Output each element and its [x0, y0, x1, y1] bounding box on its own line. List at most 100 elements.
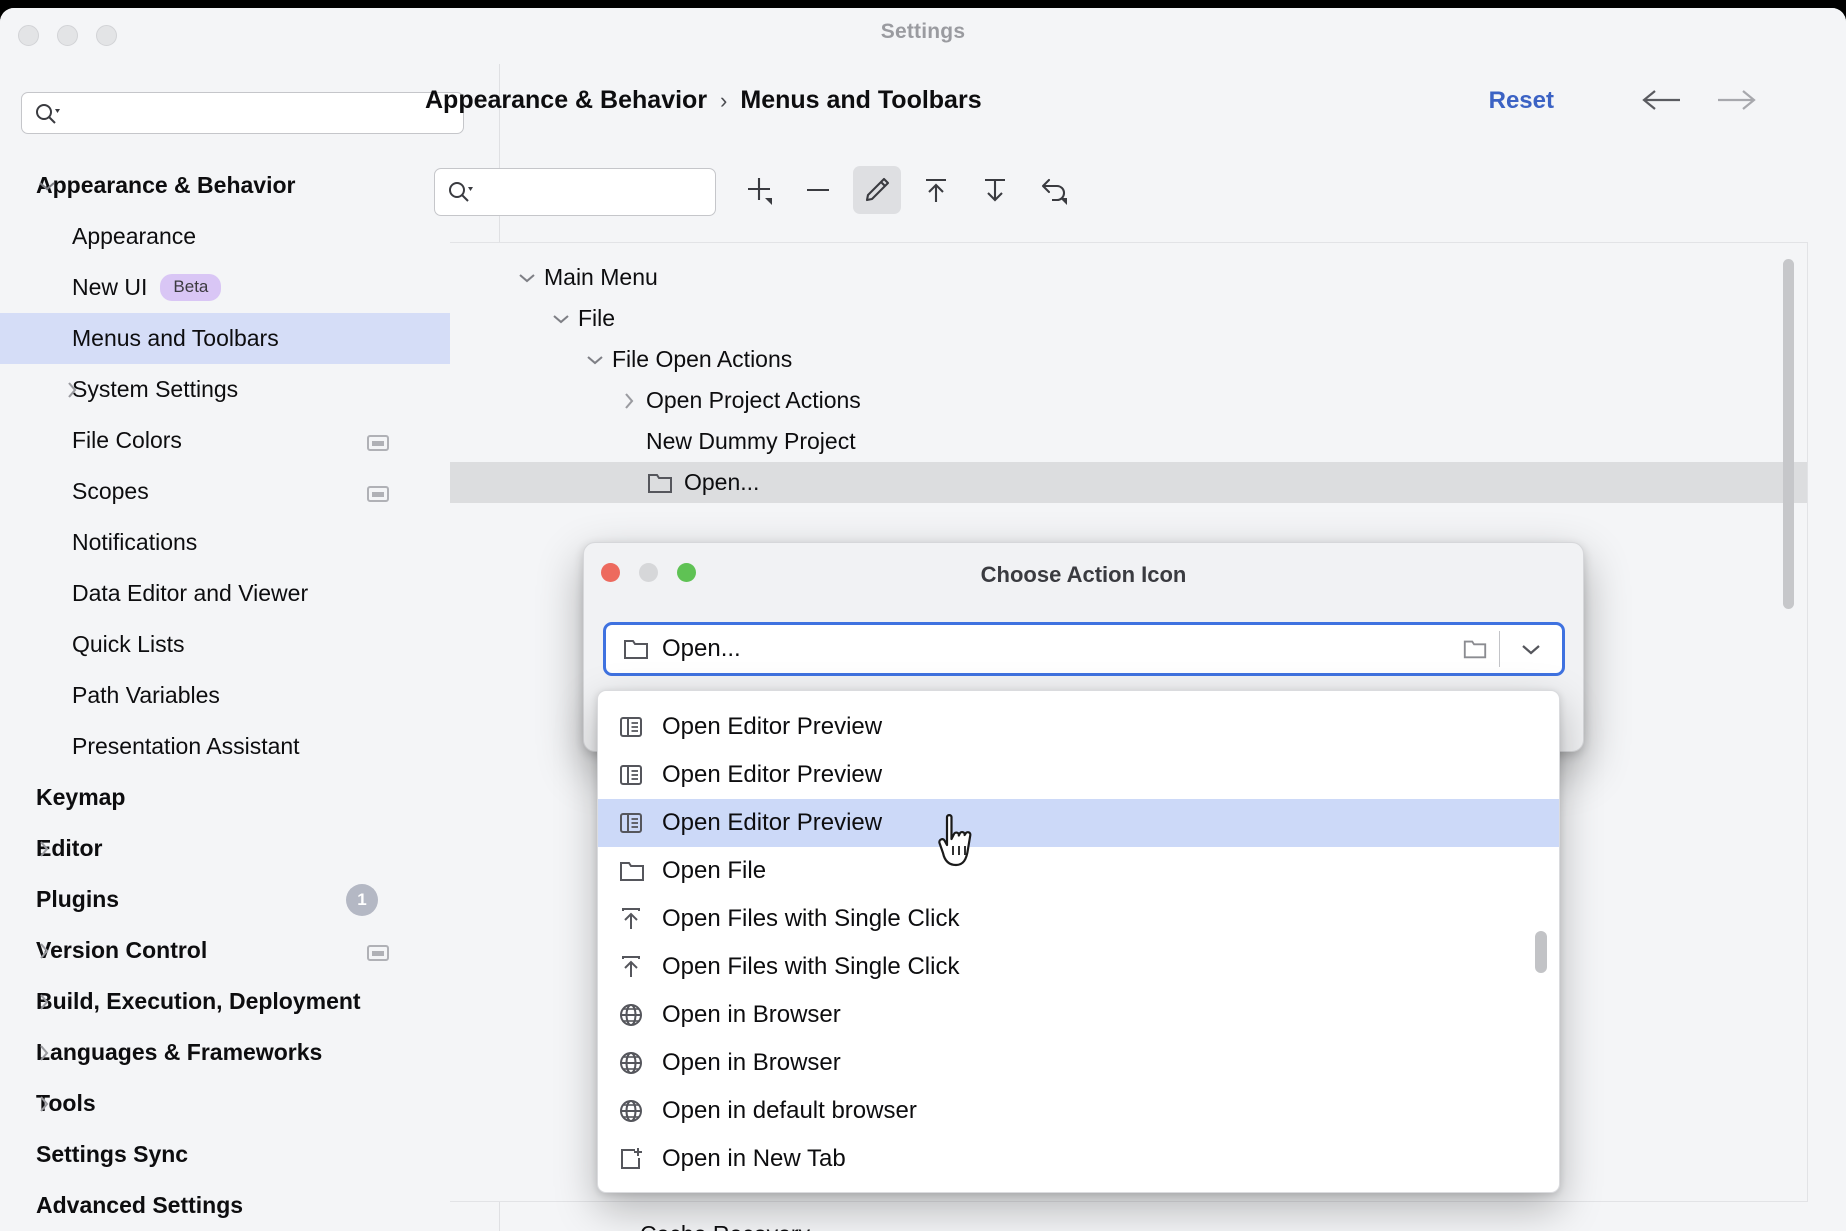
- dropdown-item[interactable]: Open in default browser: [598, 1087, 1559, 1135]
- restore-button[interactable]: [1030, 166, 1078, 214]
- sidebar-item-plugins[interactable]: Plugins 1: [0, 874, 499, 925]
- reset-button[interactable]: Reset: [1489, 87, 1554, 115]
- breadcrumb-current: Menus and Toolbars: [740, 86, 982, 114]
- dropdown-item[interactable]: Open Files with Single Click: [598, 943, 1559, 991]
- combobox-divider: [1499, 631, 1500, 667]
- dialog-title: Choose Action Icon: [980, 562, 1187, 587]
- sidebar-item-quick-lists[interactable]: Quick Lists: [0, 619, 499, 670]
- chevron-right-icon[interactable]: [36, 1078, 62, 1129]
- tree-row[interactable]: File: [450, 298, 1807, 339]
- sidebar-item-label: New UI: [72, 274, 148, 300]
- dropdown-item[interactable]: Open Editor Preview: [598, 751, 1559, 799]
- obscured-tree-row: Cache Recovery: [640, 1221, 810, 1231]
- chevron-right-icon[interactable]: [36, 925, 62, 976]
- edit-button[interactable]: [853, 166, 901, 214]
- dropdown-item-label: Open Editor Preview: [662, 713, 883, 740]
- sidebar-item-scopes[interactable]: Scopes: [0, 466, 499, 517]
- arrow-up-box-icon: [618, 954, 656, 980]
- sidebar-item-label: Path Variables: [72, 682, 220, 708]
- tree-row-label: New Dummy Project: [646, 428, 856, 454]
- chevron-down-icon[interactable]: [544, 311, 578, 327]
- breadcrumb-parent[interactable]: Appearance & Behavior: [425, 86, 707, 115]
- add-button[interactable]: [735, 166, 783, 214]
- sidebar-item-notifications[interactable]: Notifications: [0, 517, 499, 568]
- tree-toolbar: [430, 166, 1776, 226]
- sidebar-item-keymap[interactable]: Keymap: [0, 772, 499, 823]
- sidebar-item-editor[interactable]: Editor: [0, 823, 499, 874]
- move-down-button[interactable]: [971, 166, 1019, 214]
- forward-arrow-icon[interactable]: [1714, 86, 1758, 119]
- sidebar-item-appearance-behavior[interactable]: Appearance & Behavior: [0, 160, 499, 211]
- sidebar-item-presentation-assistant[interactable]: Presentation Assistant: [0, 721, 499, 772]
- folder-icon: [618, 858, 656, 884]
- sidebar-item-label: Appearance: [72, 223, 197, 249]
- remove-button[interactable]: [794, 166, 842, 214]
- dropdown-item-label: Open Editor Preview: [662, 761, 883, 788]
- tree-scrollbar[interactable]: [1783, 259, 1794, 609]
- sidebar-item-label: Data Editor and Viewer: [72, 580, 309, 606]
- chevron-down-icon[interactable]: [36, 160, 62, 211]
- tree-row-label: File: [578, 305, 616, 331]
- tree-row-label: Main Menu: [544, 264, 658, 290]
- dropdown-item[interactable]: Open in Browser: [598, 1039, 1559, 1087]
- chevron-down-icon[interactable]: [578, 352, 612, 368]
- chevron-right-icon[interactable]: [64, 364, 90, 415]
- sidebar-item-settings-sync[interactable]: Settings Sync: [0, 1129, 499, 1180]
- dropdown-item[interactable]: Open Files with Single Click: [598, 895, 1559, 943]
- sidebar-nav-list: Appearance & Behavior Appearance New UI Bet…: [0, 160, 499, 1231]
- sidebar-item-label: Appearance & Behavior: [36, 172, 296, 198]
- chevron-right-icon[interactable]: [612, 390, 646, 412]
- dropdown-item[interactable]: Open in Browser: [598, 991, 1559, 1039]
- sidebar-item-label: System Settings: [72, 376, 239, 402]
- move-up-button[interactable]: [912, 166, 960, 214]
- chevron-down-icon[interactable]: [1518, 640, 1544, 658]
- chevron-right-icon[interactable]: [36, 823, 62, 874]
- window-titlebar: Settings: [0, 8, 1846, 64]
- icon-dropdown-items: Open Editor Preview Open Editor Preview Op…: [598, 703, 1559, 1183]
- sidebar-item-menus-and-toolbars[interactable]: Menus and Toolbars: [0, 313, 499, 364]
- tree-row[interactable]: New Dummy Project: [450, 421, 1807, 462]
- sidebar-item-label: Keymap: [36, 784, 126, 810]
- sidebar-item-advanced-settings[interactable]: Advanced Settings: [0, 1180, 499, 1231]
- dropdown-item[interactable]: Open Editor Preview: [598, 799, 1559, 847]
- chevron-right-icon[interactable]: [36, 1027, 62, 1078]
- sidebar-item-system-settings[interactable]: System Settings: [0, 364, 499, 415]
- dropdown-item[interactable]: Open in New Tab: [598, 1135, 1559, 1183]
- icon-combobox[interactable]: Open...: [603, 622, 1565, 676]
- tree-row-label: Open...: [684, 469, 760, 495]
- sidebar-item-label: Plugins: [36, 886, 120, 912]
- sidebar-item-version-control[interactable]: Version Control: [0, 925, 499, 976]
- chevron-down-icon[interactable]: [510, 270, 544, 286]
- nav-arrows: [1640, 86, 1758, 119]
- beta-badge: Beta: [160, 274, 222, 301]
- sidebar-search-box[interactable]: [21, 92, 464, 134]
- tree-toolbar-buttons: [735, 166, 1078, 214]
- chevron-right-icon[interactable]: [36, 976, 62, 1027]
- sidebar-item-build-execution-deployment[interactable]: Build, Execution, Deployment: [0, 976, 499, 1027]
- tree-row[interactable]: File Open Actions: [450, 339, 1807, 380]
- sidebar-item-file-colors[interactable]: File Colors: [0, 415, 499, 466]
- search-icon: [34, 102, 60, 131]
- sidebar-item-appearance[interactable]: Appearance: [0, 211, 499, 262]
- plugins-update-count-badge: 1: [346, 883, 378, 916]
- editor-preview-icon: [618, 714, 656, 740]
- dropdown-scrollbar[interactable]: [1535, 931, 1547, 973]
- sidebar-item-path-variables[interactable]: Path Variables: [0, 670, 499, 721]
- menus-tree-list: Main Menu File File Open Actions Open Proje…: [450, 243, 1807, 503]
- sidebar-item-new-ui[interactable]: New UI Beta: [0, 262, 499, 313]
- tree-row[interactable]: Open...: [450, 462, 1807, 503]
- dropdown-item[interactable]: Open File: [598, 847, 1559, 895]
- tree-row[interactable]: Open Project Actions: [450, 380, 1807, 421]
- dropdown-item-label: Open Editor Preview: [662, 809, 883, 836]
- dropdown-item-label: Open in default browser: [662, 1097, 917, 1124]
- sidebar-item-tools[interactable]: Tools: [0, 1078, 499, 1129]
- sidebar-item-languages-frameworks[interactable]: Languages & Frameworks: [0, 1027, 499, 1078]
- tree-row[interactable]: Main Menu: [450, 257, 1807, 298]
- sidebar-item-data-editor-and-viewer[interactable]: Data Editor and Viewer: [0, 568, 499, 619]
- tree-search-input[interactable]: [434, 168, 716, 216]
- dropdown-item-label: Open Files with Single Click: [662, 905, 960, 932]
- dropdown-item[interactable]: Open Editor Preview: [598, 703, 1559, 751]
- back-arrow-icon[interactable]: [1640, 86, 1684, 119]
- icon-dropdown-list: Open Editor Preview Open Editor Preview Op…: [597, 690, 1560, 1193]
- dropdown-item-label: Open in Browser: [662, 1049, 841, 1076]
